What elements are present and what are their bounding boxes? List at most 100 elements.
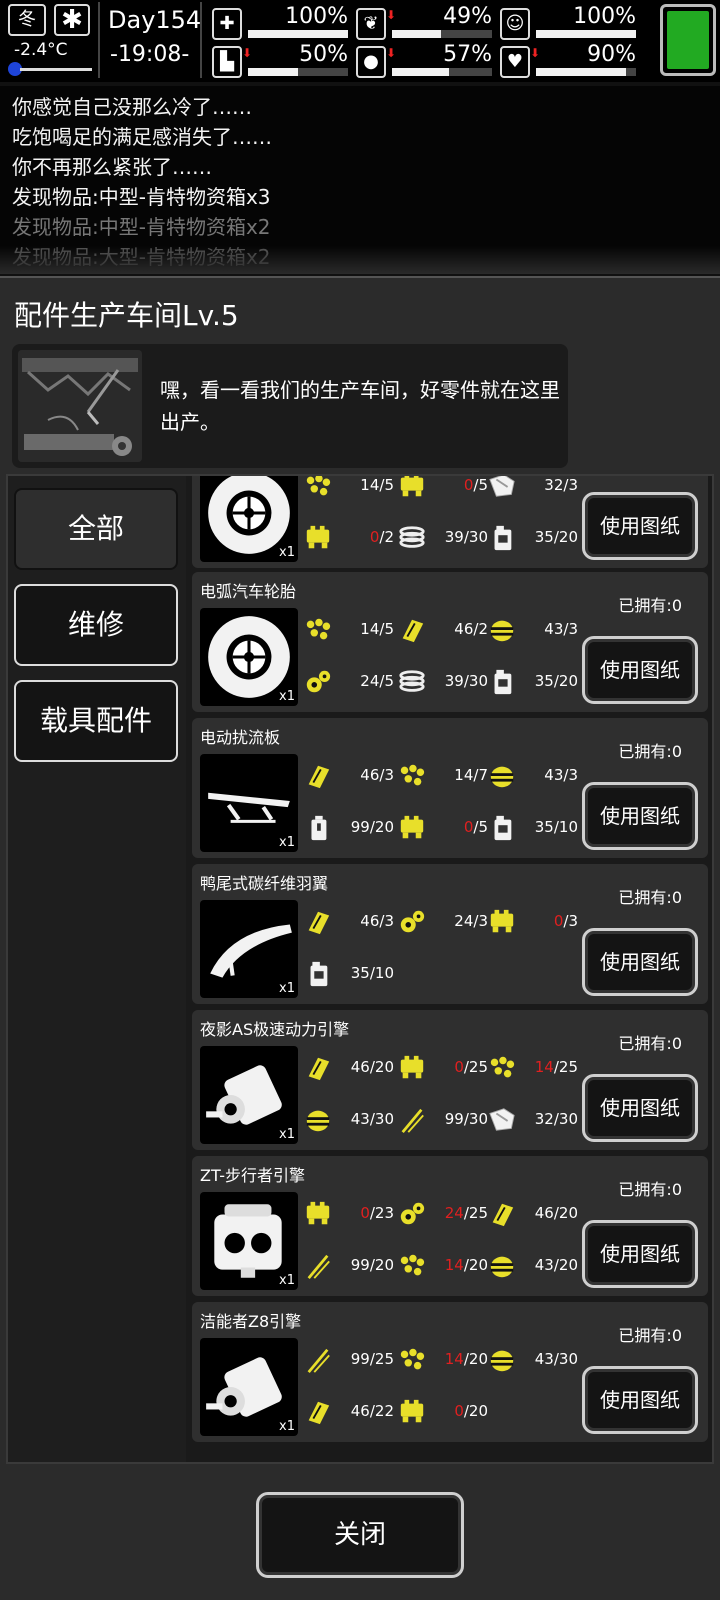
- material-requirement: 39/30: [396, 522, 490, 554]
- material-count: 0/23: [360, 1204, 394, 1222]
- material-requirement: 14/7: [396, 760, 490, 792]
- material-requirement: 46/22: [302, 1396, 396, 1428]
- material-count: 46/3: [360, 912, 394, 930]
- cloth-icon: [489, 476, 515, 497]
- recipe-card: 电动扰流板 已拥有:0 x1 46/3 14/7 43/3 99/20 0/5 35/10 使用图…: [192, 718, 708, 858]
- material-count: 46/22: [350, 1402, 394, 1420]
- wire-icon: [307, 1254, 330, 1280]
- material-count: 46/3: [360, 766, 394, 784]
- item-quantity: x1: [279, 545, 295, 560]
- material-count: 43/30: [534, 1350, 578, 1368]
- material-count: 24/3: [454, 912, 488, 930]
- use-blueprint-button[interactable]: 使用图纸: [582, 1220, 698, 1288]
- tire-icon: x1: [200, 608, 298, 706]
- tab-repair[interactable]: 维修: [14, 584, 178, 666]
- material-requirement: 0/20: [396, 1396, 490, 1428]
- use-blueprint-button[interactable]: 使用图纸: [582, 492, 698, 560]
- material-count: 35/20: [534, 528, 578, 546]
- fuel-can-icon: [494, 669, 512, 695]
- stat-water-drop[interactable]: ● ⬇ 57%: [356, 42, 492, 80]
- stat-bar: [536, 30, 636, 38]
- material-requirement: 46/3: [302, 760, 396, 792]
- stat-heart[interactable]: ♥ ⬇ 90%: [500, 42, 636, 80]
- category-sidebar: 全部 维修 载具配件: [8, 476, 186, 1462]
- material-count: 35/10: [534, 818, 578, 836]
- wing-icon: x1: [200, 900, 298, 998]
- message-log[interactable]: 你感觉自己没那么冷了…… 吃饱喝足的满足感消失了…… 你不再那么紧张了…… 发现物品:…: [0, 86, 720, 274]
- scrap-icon: [306, 618, 331, 640]
- material-count: 43/3: [544, 766, 578, 784]
- material-requirement: 46/3: [302, 906, 396, 938]
- workshop-body: 全部 维修 载具配件 x1 14/5 0/5 32/3 0/2 39/30 35/20 使用图…: [6, 474, 714, 1464]
- material-requirement: 24/5: [302, 666, 396, 698]
- use-blueprint-button[interactable]: 使用图纸: [582, 636, 698, 704]
- recipe-card: x1 14/5 0/5 32/3 0/2 39/30 35/20 使用图纸: [192, 476, 708, 568]
- material-count: 14/5: [360, 476, 394, 494]
- stat-medkit[interactable]: ✚ 100%: [212, 4, 348, 42]
- mood-icon: ☺: [500, 8, 530, 40]
- material-requirement: 99/25: [302, 1344, 396, 1376]
- material-requirement: 35/10: [302, 958, 396, 990]
- recipe-name: 电弧汽车轮胎: [200, 582, 297, 601]
- material-count: 0/20: [454, 1402, 488, 1420]
- material-count: 46/2: [454, 620, 488, 638]
- use-blueprint-button[interactable]: 使用图纸: [582, 1366, 698, 1434]
- stat-boot[interactable]: ▙ ⬇ 50%: [212, 42, 348, 80]
- gear-icon: [400, 1202, 425, 1225]
- stat-value: 100%: [285, 4, 348, 29]
- engine-part-icon: [400, 1055, 424, 1079]
- material-requirement: 35/20: [486, 666, 580, 698]
- material-requirement: 39/30: [396, 666, 490, 698]
- plate-icon: [402, 619, 424, 643]
- stat-mood[interactable]: ☺ 100%: [500, 4, 636, 42]
- material-requirement: 46/20: [486, 1198, 580, 1230]
- plate-icon: [492, 1203, 514, 1227]
- gear-icon: [400, 910, 425, 933]
- owned-count: 已拥有:0: [618, 888, 682, 907]
- scrap-icon: [490, 1056, 515, 1078]
- weather-panel[interactable]: 冬 ✱ -2.4°C: [8, 4, 94, 76]
- decrease-arrow-icon: ⬇: [386, 46, 397, 60]
- npc-dialog: 嘿，看一看我们的生产车间，好零件就在这里出产。: [12, 344, 568, 468]
- log-line: 你感觉自己没那么冷了……: [12, 95, 252, 119]
- material-requirement: 14/5: [302, 476, 396, 502]
- material-requirement: 43/3: [486, 760, 580, 792]
- stat-stomach[interactable]: ❦ ⬇ 49%: [356, 4, 492, 42]
- material-requirement: 43/20: [486, 1250, 580, 1282]
- log-line: 吃饱喝足的满足感消失了……: [12, 125, 272, 149]
- material-requirement: 14/25: [486, 1052, 580, 1084]
- motor-icon: x1: [200, 1338, 298, 1436]
- battery-level: [667, 11, 709, 69]
- material-count: 35/10: [350, 964, 394, 982]
- npc-dialog-text: 嘿，看一看我们的生产车间，好零件就在这里出产。: [160, 378, 560, 434]
- spring-icon: [399, 670, 425, 692]
- stat-bar: [536, 68, 636, 76]
- tab-all[interactable]: 全部: [14, 488, 178, 570]
- use-blueprint-button[interactable]: 使用图纸: [582, 928, 698, 996]
- engine-part-icon: [400, 476, 424, 497]
- tab-vehicle-parts[interactable]: 载具配件: [14, 680, 178, 762]
- motor-icon: x1: [200, 1046, 298, 1144]
- material-requirement: 32/30: [486, 1104, 580, 1136]
- fuel-can-icon: [494, 525, 512, 551]
- stat-bar: [248, 68, 348, 76]
- material-count: 43/3: [544, 620, 578, 638]
- workshop-illustration: [18, 350, 142, 462]
- engine-part-icon: [490, 909, 514, 933]
- material-count: 32/30: [534, 1110, 578, 1128]
- close-button[interactable]: 关闭: [256, 1492, 464, 1578]
- material-requirement: 14/20: [396, 1250, 490, 1282]
- stat-bar: [392, 30, 492, 38]
- recipe-list[interactable]: x1 14/5 0/5 32/3 0/2 39/30 35/20 使用图纸 电弧汽车轮胎 已拥有:…: [192, 476, 712, 1462]
- material-count: 0/2: [369, 528, 394, 546]
- material-count: 35/20: [534, 672, 578, 690]
- material-count: 14/20: [444, 1256, 488, 1274]
- use-blueprint-button[interactable]: 使用图纸: [582, 782, 698, 850]
- gear-icon: [306, 670, 331, 693]
- rubber-icon: [490, 1256, 514, 1278]
- material-requirement: 43/30: [486, 1344, 580, 1376]
- use-blueprint-button[interactable]: 使用图纸: [582, 1074, 698, 1142]
- boot-icon: ▙: [212, 46, 242, 78]
- material-requirement: 0/25: [396, 1052, 490, 1084]
- battery-icon[interactable]: [660, 4, 716, 76]
